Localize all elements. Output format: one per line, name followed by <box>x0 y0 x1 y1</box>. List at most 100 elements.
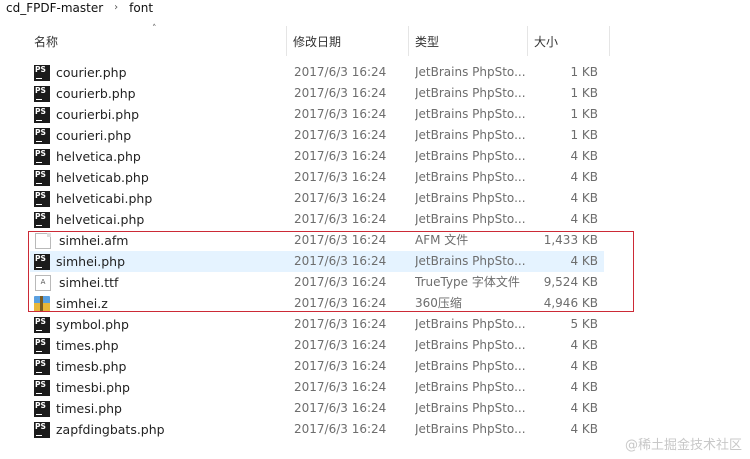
file-type: JetBrains PhpSto... <box>415 170 526 184</box>
file-name: zapfdingbats.php <box>56 422 165 437</box>
file-name: helveticai.php <box>56 212 145 227</box>
sort-up-icon: ˄ <box>152 24 157 34</box>
php-icon: PS <box>34 148 50 165</box>
file-date: 2017/6/3 16:24 <box>294 317 387 331</box>
php-icon: PS <box>34 358 50 375</box>
file-type: JetBrains PhpSto... <box>415 380 526 394</box>
file-size: 4 KB <box>570 401 598 415</box>
file-size: 4 KB <box>570 338 598 352</box>
file-row[interactable]: PS timesbi.php 2017/6/3 16:24 JetBrains Php… <box>30 377 604 398</box>
column-header-name[interactable]: ˄ 名称 <box>28 24 287 56</box>
chevron-right-icon[interactable]: › <box>111 3 121 13</box>
file-name-cell[interactable]: PS courieri.php <box>34 125 288 146</box>
file-row[interactable]: PS helveticai.php 2017/6/3 16:24 JetBrains … <box>30 209 604 230</box>
file-date: 2017/6/3 16:24 <box>294 65 387 79</box>
file-date: 2017/6/3 16:24 <box>294 191 387 205</box>
file-name: courieri.php <box>56 128 132 143</box>
file-size: 4 KB <box>570 191 598 205</box>
file-row[interactable]: PS zapfdingbats.php 2017/6/3 16:24 JetBrain… <box>30 419 604 440</box>
file-row[interactable]: PS timesb.php 2017/6/3 16:24 JetBrains PhpS… <box>30 356 604 377</box>
php-icon: PS <box>34 400 50 417</box>
php-icon: PS <box>34 127 50 144</box>
file-size: 1 KB <box>570 128 598 142</box>
file-date: 2017/6/3 16:24 <box>294 86 387 100</box>
file-type: JetBrains PhpSto... <box>415 128 526 142</box>
php-icon: PS <box>34 169 50 186</box>
file-size: 4 KB <box>570 149 598 163</box>
file-type: JetBrains PhpSto... <box>415 191 526 205</box>
file-size: 4 KB <box>570 380 598 394</box>
file-date: 2017/6/3 16:24 <box>294 359 387 373</box>
file-type: JetBrains PhpSto... <box>415 107 526 121</box>
php-icon: PS <box>34 316 50 333</box>
breadcrumb-folder-parent[interactable]: cd_FPDF-master <box>0 1 103 15</box>
file-date: 2017/6/3 16:24 <box>294 170 387 184</box>
file-type: JetBrains PhpSto... <box>415 149 526 163</box>
file-type: JetBrains PhpSto... <box>415 86 526 100</box>
file-size: 5 KB <box>570 317 598 331</box>
file-row[interactable]: PS courieri.php 2017/6/3 16:24 JetBrains Ph… <box>30 125 604 146</box>
php-icon: PS <box>34 190 50 207</box>
column-header-size[interactable]: 大小 <box>528 26 610 56</box>
file-type: JetBrains PhpSto... <box>415 401 526 415</box>
file-size: 4 KB <box>570 422 598 436</box>
php-icon: PS <box>34 211 50 228</box>
php-icon: PS <box>34 85 50 102</box>
file-date: 2017/6/3 16:24 <box>294 401 387 415</box>
file-size: 1 KB <box>570 107 598 121</box>
file-name-cell[interactable]: PS helveticab.php <box>34 167 288 188</box>
file-name: helveticab.php <box>56 170 149 185</box>
file-name-cell[interactable]: PS timesi.php <box>34 398 288 419</box>
file-type: JetBrains PhpSto... <box>415 359 526 373</box>
file-name-cell[interactable]: PS courierb.php <box>34 83 288 104</box>
file-size: 4 KB <box>570 212 598 226</box>
file-type: JetBrains PhpSto... <box>415 338 526 352</box>
file-name: timesb.php <box>56 359 127 374</box>
file-date: 2017/6/3 16:24 <box>294 338 387 352</box>
column-header-type[interactable]: 类型 <box>409 26 528 56</box>
file-row[interactable]: PS helveticabi.php 2017/6/3 16:24 JetBrains… <box>30 188 604 209</box>
file-name: helvetica.php <box>56 149 141 164</box>
file-row[interactable]: PS courierb.php 2017/6/3 16:24 JetBrains Ph… <box>30 83 604 104</box>
column-header-row: ˄ 名称 修改日期 类型 大小 <box>28 24 610 56</box>
file-name-cell[interactable]: PS helveticai.php <box>34 209 288 230</box>
file-type: JetBrains PhpSto... <box>415 422 526 436</box>
file-name-cell[interactable]: PS symbol.php <box>34 314 288 335</box>
file-row[interactable]: PS symbol.php 2017/6/3 16:24 JetBrains PhpS… <box>30 314 604 335</box>
breadcrumb-folder-current[interactable]: font <box>129 1 153 15</box>
column-header-date[interactable]: 修改日期 <box>287 26 409 56</box>
file-date: 2017/6/3 16:24 <box>294 422 387 436</box>
php-icon: PS <box>34 421 50 438</box>
file-name: times.php <box>56 338 119 353</box>
file-name-cell[interactable]: PS times.php <box>34 335 288 356</box>
file-date: 2017/6/3 16:24 <box>294 380 387 394</box>
file-name: symbol.php <box>56 317 129 332</box>
file-size: 1 KB <box>570 86 598 100</box>
file-row[interactable]: PS helveticab.php 2017/6/3 16:24 JetBrains … <box>30 167 604 188</box>
file-name-cell[interactable]: PS helveticabi.php <box>34 188 288 209</box>
file-name-cell[interactable]: PS timesbi.php <box>34 377 288 398</box>
file-row[interactable]: PS timesi.php 2017/6/3 16:24 JetBrains PhpS… <box>30 398 604 419</box>
watermark: @稀土掘金技术社区 <box>624 438 742 453</box>
column-header-date-label: 修改日期 <box>293 35 342 49</box>
column-header-size-label: 大小 <box>534 35 559 49</box>
file-name: courierbi.php <box>56 107 140 122</box>
file-name-cell[interactable]: PS courier.php <box>34 62 288 83</box>
file-date: 2017/6/3 16:24 <box>294 107 387 121</box>
breadcrumb: cd_FPDF-master › font <box>0 0 750 16</box>
file-row[interactable]: PS helvetica.php 2017/6/3 16:24 JetBrains P… <box>30 146 604 167</box>
file-size: 1 KB <box>570 65 598 79</box>
file-size: 4 KB <box>570 170 598 184</box>
file-date: 2017/6/3 16:24 <box>294 149 387 163</box>
file-name-cell[interactable]: PS helvetica.php <box>34 146 288 167</box>
file-row[interactable]: PS courierbi.php 2017/6/3 16:24 JetBrains P… <box>30 104 604 125</box>
file-name-cell[interactable]: PS courierbi.php <box>34 104 288 125</box>
file-name-cell[interactable]: PS zapfdingbats.php <box>34 419 288 440</box>
file-type: JetBrains PhpSto... <box>415 212 526 226</box>
file-name-cell[interactable]: PS timesb.php <box>34 356 288 377</box>
file-name: courierb.php <box>56 86 136 101</box>
file-row[interactable]: PS courier.php 2017/6/3 16:24 JetBrains Php… <box>30 62 604 83</box>
file-row[interactable]: PS times.php 2017/6/3 16:24 JetBrains PhpSt… <box>30 335 604 356</box>
file-size: 4 KB <box>570 359 598 373</box>
column-header-name-label: 名称 <box>34 35 59 49</box>
